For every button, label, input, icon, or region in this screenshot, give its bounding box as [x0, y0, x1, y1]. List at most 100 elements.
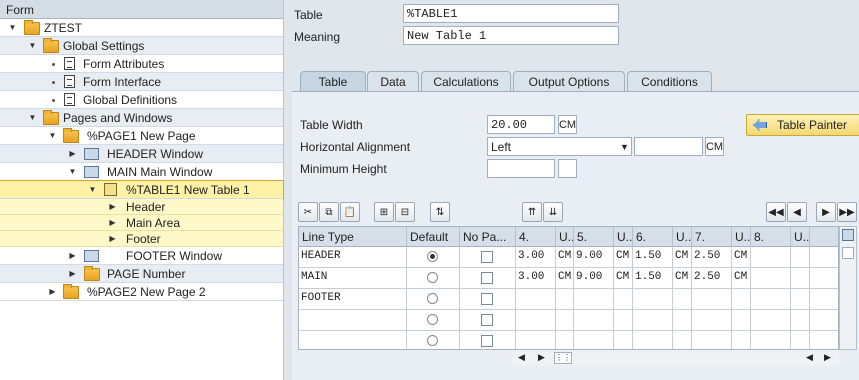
scroll-left-icon[interactable]: ◀ [518, 352, 525, 363]
tree-node-global-definitions[interactable]: Global Definitions [0, 91, 283, 109]
no-page-break-checkbox[interactable] [481, 251, 493, 263]
scroll-left-icon[interactable]: ◀ [806, 352, 813, 363]
value-cell[interactable] [556, 310, 574, 331]
value-cell[interactable]: CM [673, 247, 692, 268]
tree-node-page-number[interactable]: ▶ PAGE Number [0, 265, 283, 283]
value-cell[interactable]: 9.00 [574, 247, 614, 268]
expand-icon[interactable]: ▼ [48, 131, 57, 140]
tab-table[interactable]: Table [300, 71, 366, 92]
tree-node-pages-and-windows[interactable]: ▼ Pages and Windows [0, 109, 283, 127]
value-cell[interactable] [791, 247, 810, 268]
value-cell[interactable] [556, 289, 574, 310]
value-cell[interactable]: CM [614, 247, 633, 268]
next-column-icon[interactable]: ▶ [816, 202, 836, 222]
min-height-field[interactable] [487, 159, 555, 178]
value-cell[interactable] [574, 310, 614, 331]
column-header-8[interactable]: 8. [751, 227, 791, 247]
scroll-thumb[interactable] [842, 247, 854, 259]
previous-column-icon[interactable]: ◀ [787, 202, 807, 222]
no-page-break-checkbox[interactable] [481, 272, 493, 284]
value-cell[interactable] [673, 310, 692, 331]
tree-node-ztest[interactable]: ▼ ZTEST [0, 19, 283, 37]
value-cell[interactable] [673, 331, 692, 349]
value-cell[interactable] [516, 310, 556, 331]
value-cell[interactable] [751, 289, 791, 310]
tab-data[interactable]: Data [367, 71, 419, 91]
column-header-default[interactable]: Default [407, 227, 460, 247]
delete-row-icon[interactable]: ⊟ [395, 202, 415, 222]
line-type-cell[interactable] [299, 331, 407, 349]
move-icon[interactable]: ⇅ [430, 202, 450, 222]
value-cell[interactable]: CM [556, 247, 574, 268]
default-cell[interactable] [407, 331, 460, 349]
value-cell[interactable] [791, 331, 810, 349]
tree-node-page1[interactable]: ▼ %PAGE1 New Page [0, 127, 283, 145]
expand-icon[interactable]: ▶ [48, 287, 57, 296]
value-cell[interactable]: CM [732, 247, 751, 268]
value-cell[interactable] [751, 331, 791, 349]
value-cell[interactable] [791, 310, 810, 331]
column-header-unit-4[interactable]: U.. [556, 227, 574, 247]
tree-node-footer-window[interactable]: ▶ FOOTER Window [0, 247, 283, 265]
value-cell[interactable] [574, 289, 614, 310]
value-cell[interactable] [732, 289, 751, 310]
value-cell[interactable]: 2.50 [692, 268, 732, 289]
tab-calculations[interactable]: Calculations [421, 71, 511, 91]
column-header-unit-6[interactable]: U.. [673, 227, 692, 247]
expand-icon[interactable]: ▶ [68, 251, 77, 260]
table-name-field[interactable]: %TABLE1 [403, 4, 619, 23]
tab-output-options[interactable]: Output Options [513, 71, 625, 91]
default-radio[interactable] [427, 293, 438, 304]
tree-node-header-window[interactable]: ▶ HEADER Window [0, 145, 283, 163]
default-radio[interactable] [427, 314, 438, 325]
value-cell[interactable]: 9.00 [574, 268, 614, 289]
no-page-break-checkbox[interactable] [481, 335, 493, 347]
value-cell[interactable] [673, 289, 692, 310]
expand-icon[interactable]: ▼ [68, 167, 77, 176]
value-cell[interactable]: CM [556, 268, 574, 289]
table-width-unit[interactable]: CM [558, 115, 577, 134]
line-type-cell[interactable]: MAIN [299, 268, 407, 289]
insert-row-icon[interactable]: ⊞ [374, 202, 394, 222]
value-cell[interactable] [633, 331, 673, 349]
value-cell[interactable]: CM [614, 268, 633, 289]
value-cell[interactable] [791, 289, 810, 310]
first-column-icon[interactable]: ◀◀ [766, 202, 786, 222]
column-header-7[interactable]: 7. [692, 227, 732, 247]
value-cell[interactable]: CM [673, 268, 692, 289]
value-cell[interactable] [791, 268, 810, 289]
value-cell[interactable] [556, 331, 574, 349]
min-height-unit[interactable] [558, 159, 577, 178]
default-cell[interactable] [407, 289, 460, 310]
tree-node-form-attributes[interactable]: Form Attributes [0, 55, 283, 73]
no-page-break-cell[interactable] [460, 268, 516, 289]
scroll-thumb[interactable]: ⋮⋮ [554, 352, 572, 364]
default-radio[interactable] [427, 272, 438, 283]
value-cell[interactable] [732, 310, 751, 331]
value-cell[interactable] [732, 331, 751, 349]
dropdown-arrow-icon[interactable]: ▼ [620, 142, 629, 152]
column-header-no-page-break[interactable]: No Pa... [460, 227, 516, 247]
default-radio[interactable] [427, 251, 438, 262]
cut-icon[interactable]: ✂ [298, 202, 318, 222]
halign-offset-field[interactable] [634, 137, 703, 156]
value-cell[interactable] [692, 331, 732, 349]
value-cell[interactable] [751, 268, 791, 289]
expand-icon[interactable]: ▼ [28, 113, 37, 122]
tree-node-form-interface[interactable]: Form Interface [0, 73, 283, 91]
value-cell[interactable] [516, 289, 556, 310]
column-header-6[interactable]: 6. [633, 227, 673, 247]
vertical-scrollbar[interactable] [839, 226, 857, 350]
copy-icon[interactable]: ⧉ [319, 202, 339, 222]
expand-icon[interactable]: ▼ [8, 23, 17, 32]
expand-icon[interactable]: ▼ [28, 41, 37, 50]
expand-icon[interactable]: ▶ [108, 234, 117, 243]
line-type-cell[interactable] [299, 310, 407, 331]
value-cell[interactable] [692, 310, 732, 331]
column-settings-icon[interactable] [842, 229, 854, 241]
value-cell[interactable]: 3.00 [516, 268, 556, 289]
value-cell[interactable]: 2.50 [692, 247, 732, 268]
tree-node-page2[interactable]: ▶ %PAGE2 New Page 2 [0, 283, 283, 301]
meaning-field[interactable]: New Table 1 [403, 26, 619, 45]
column-header-unit-5[interactable]: U.. [614, 227, 633, 247]
